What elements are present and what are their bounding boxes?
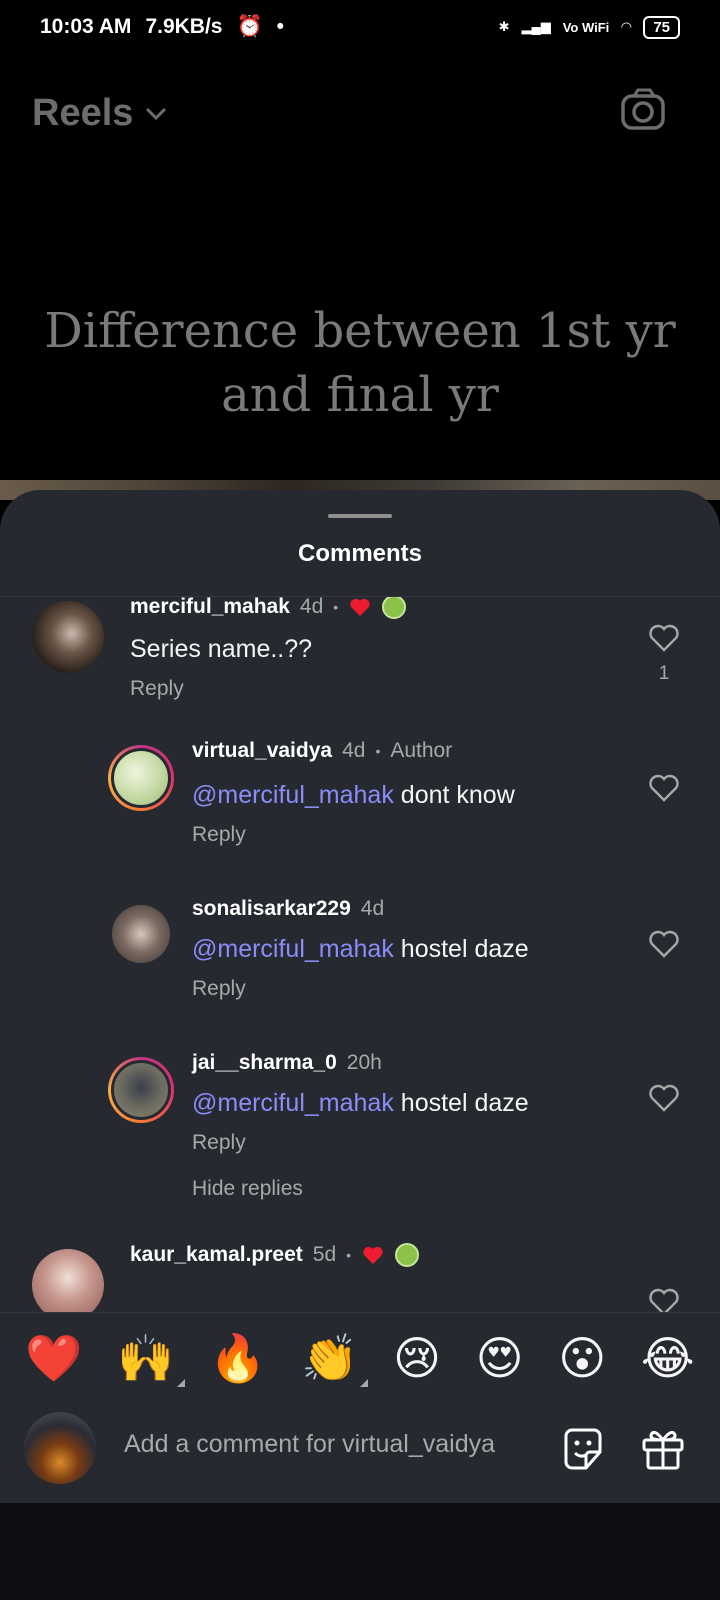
- emoji-fire[interactable]: 🔥: [209, 1335, 266, 1381]
- skin-tone-indicator: [360, 1378, 369, 1387]
- reply-button[interactable]: Reply: [192, 1131, 246, 1155]
- author-label: Author: [390, 739, 453, 762]
- like-count: 1: [658, 663, 670, 684]
- comment-item: kaur_kamal.preet 5d •: [0, 1243, 720, 1312]
- sticker-icon[interactable]: [560, 1426, 606, 1472]
- comment-time: 4d: [360, 897, 385, 920]
- comment-username[interactable]: merciful_mahak: [130, 597, 290, 619]
- reply-button[interactable]: Reply: [192, 823, 246, 847]
- gift-icon[interactable]: [640, 1426, 686, 1472]
- emoji-clap[interactable]: 👏: [301, 1335, 369, 1387]
- avatar[interactable]: [32, 601, 104, 673]
- current-user-avatar: [24, 1412, 96, 1484]
- reels-header[interactable]: Reels: [32, 92, 167, 135]
- reel-background: Reels Difference between 1st yr and fina…: [0, 54, 720, 484]
- status-time: 10:03 AM: [40, 15, 132, 38]
- avatar[interactable]: [108, 745, 174, 811]
- avatar[interactable]: [108, 1057, 174, 1123]
- comment-time: 20h: [346, 1051, 382, 1074]
- reels-title: Reels: [32, 92, 134, 134]
- emoji-reaction-bar: ❤️ 🙌 🔥 👏 😢 😍 😮 😂: [0, 1312, 720, 1402]
- comment-input-row: [0, 1390, 720, 1503]
- hide-replies-button[interactable]: Hide replies: [192, 1177, 303, 1201]
- reel-caption-overlay: Difference between 1st yr and final yr: [44, 303, 676, 423]
- emoji-laughing[interactable]: 😂: [641, 1335, 695, 1381]
- comment-username[interactable]: virtual_vaidya: [192, 739, 332, 763]
- mention-link[interactable]: @merciful_mahak: [192, 935, 394, 963]
- heart-outline-icon[interactable]: [648, 1083, 680, 1113]
- creator-avatar-badge: [382, 597, 407, 619]
- reply-item: sonalisarkar229 4d @merciful_mahak hoste…: [0, 897, 720, 1037]
- comment-time: 4d: [342, 739, 366, 762]
- mention-link[interactable]: @merciful_mahak: [192, 781, 394, 809]
- reply-item: jai__sharma_0 20h @merciful_mahak hostel…: [0, 1051, 720, 1191]
- system-navigation-bar: [0, 1503, 720, 1600]
- heart-outline-icon[interactable]: [648, 623, 680, 653]
- heart-outline-icon[interactable]: [648, 1287, 680, 1312]
- chevron-down-icon: [146, 107, 167, 120]
- avatar[interactable]: [112, 905, 170, 963]
- vowifi-label: Vo WiFi: [562, 19, 610, 35]
- comment-username[interactable]: jai__sharma_0: [192, 1051, 337, 1075]
- comments-list[interactable]: merciful_mahak 4d • Series name..?? Repl…: [0, 597, 720, 1312]
- reply-item: virtual_vaidya 4d • Author @merciful_mah…: [0, 737, 720, 877]
- creator-avatar-badge: [395, 1243, 420, 1267]
- drag-handle[interactable]: [328, 514, 392, 518]
- sheet-title: Comments: [297, 540, 423, 567]
- emoji-heart-eyes[interactable]: 😍: [476, 1335, 524, 1381]
- comment-username[interactable]: kaur_kamal.preet: [130, 1243, 303, 1267]
- creator-liked-heart-icon: [350, 598, 370, 616]
- comment-username[interactable]: sonalisarkar229: [192, 897, 351, 921]
- heart-outline-icon[interactable]: [648, 929, 680, 959]
- emoji-heart[interactable]: ❤️: [25, 1335, 82, 1381]
- creator-liked-heart-icon: [363, 1246, 383, 1264]
- emoji-crying[interactable]: 😢: [393, 1335, 441, 1381]
- comment-input[interactable]: [124, 1430, 534, 1459]
- alarm-icon: ⏰: [236, 15, 263, 38]
- signal-icon: ▂▄▆: [521, 19, 551, 34]
- reply-button[interactable]: Reply: [130, 677, 184, 701]
- battery-indicator: 75: [643, 15, 680, 39]
- bluetooth-icon: ✱: [498, 19, 510, 34]
- skin-tone-indicator: [176, 1378, 185, 1387]
- comment-item: merciful_mahak 4d • Series name..?? Repl…: [0, 597, 720, 727]
- heart-outline-icon[interactable]: [648, 773, 680, 803]
- comment-text: @merciful_mahak dont know: [192, 781, 515, 809]
- comment-text: @merciful_mahak hostel daze: [192, 935, 529, 963]
- camera-icon[interactable]: [620, 88, 668, 132]
- mention-link[interactable]: @merciful_mahak: [192, 1089, 394, 1117]
- comment-time: 5d: [312, 1243, 337, 1266]
- avatar[interactable]: [32, 1249, 104, 1312]
- emoji-raised-hands[interactable]: 🙌: [117, 1335, 185, 1387]
- comment-text: @merciful_mahak hostel daze: [192, 1089, 529, 1117]
- emoji-surprised[interactable]: 😮: [558, 1335, 606, 1381]
- status-bar: 10:03 AM 7.9KB/s ⏰ • ✱ ▂▄▆ Vo WiFi ◠ 75: [0, 0, 720, 54]
- status-speed: 7.9KB/s: [145, 15, 223, 38]
- reply-button[interactable]: Reply: [192, 977, 246, 1001]
- wifi-icon: ◠: [621, 19, 632, 34]
- notification-dot-icon: •: [276, 15, 284, 38]
- comment-time: 4d: [299, 597, 324, 618]
- comment-text: Series name..??: [130, 635, 313, 663]
- comments-sheet: Comments merciful_mahak 4d • Series name…: [0, 490, 720, 1503]
